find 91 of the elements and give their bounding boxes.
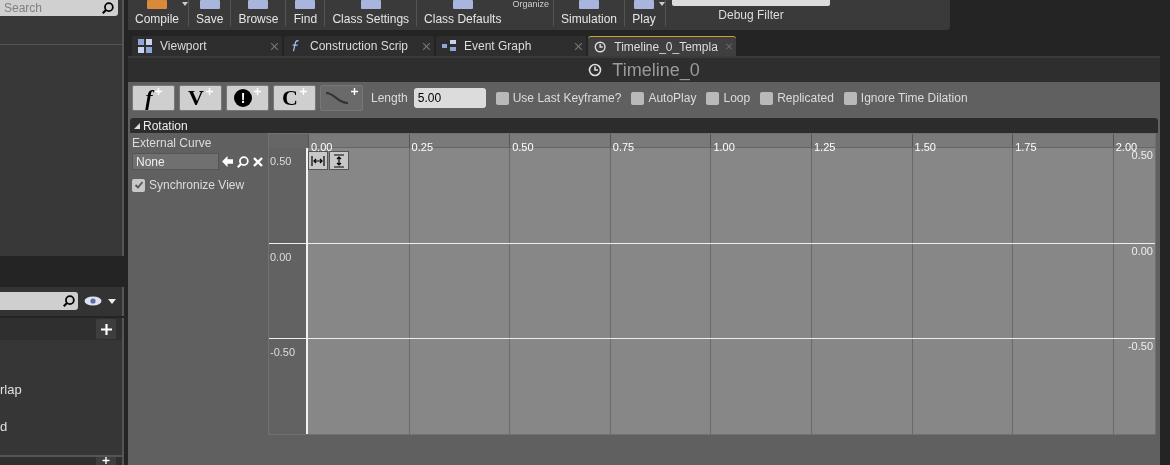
- checkbox[interactable]: [843, 91, 857, 105]
- close-icon[interactable]: [423, 42, 430, 50]
- value-tick-label: -0.50: [269, 346, 296, 359]
- checkbox[interactable]: [760, 91, 774, 105]
- caret-icon[interactable]: [108, 298, 116, 304]
- search-icon: [101, 1, 115, 15]
- checkbox[interactable]: [631, 91, 645, 105]
- checkbox[interactable]: [132, 178, 145, 192]
- add-button[interactable]: [96, 457, 116, 465]
- toolbar-button[interactable]: Save: [189, 0, 231, 28]
- checkbox-label: Synchronize View: [149, 177, 245, 194]
- search-icon: [236, 154, 250, 169]
- editor-tab[interactable]: Viewport: [132, 36, 282, 56]
- add-item-button[interactable]: f: [132, 85, 175, 111]
- clock-icon: [588, 63, 603, 77]
- plus-icon: [154, 88, 162, 95]
- checkbox-label: Replicated: [777, 90, 834, 107]
- time-tick-label: 1.75: [1015, 141, 1037, 153]
- time-tick-label: 1.25: [813, 141, 836, 153]
- caret-icon[interactable]: [182, 2, 188, 6]
- editor-tab[interactable]: Event Graph: [436, 36, 586, 56]
- clock-icon: [594, 39, 607, 54]
- length-label: Length: [371, 90, 408, 107]
- plus-icon: [351, 88, 358, 95]
- eye-icon[interactable]: [84, 296, 102, 307]
- time-tick-label: 1.00: [713, 141, 735, 153]
- value-tick-label: -0.50: [1127, 339, 1154, 355]
- collapse-arrow-icon[interactable]: [134, 122, 140, 129]
- track-name: Rotation: [143, 118, 188, 133]
- curve-field[interactable]: None: [132, 153, 219, 170]
- caret-icon[interactable]: [659, 2, 666, 6]
- arrow-left-icon[interactable]: [222, 156, 233, 167]
- timeline-title: Timeline_0: [612, 60, 700, 80]
- plus-icon: [299, 88, 307, 95]
- time-tick-label: 0.25: [411, 141, 433, 153]
- toolbar-icon: [632, 0, 657, 10]
- close-icon[interactable]: [271, 42, 278, 50]
- toolbar-icon: [197, 0, 222, 10]
- list-item[interactable]: rlap: [0, 382, 122, 397]
- list-item[interactable]: d: [0, 419, 122, 434]
- value-tick-label: 0.00: [269, 250, 292, 263]
- toolbar-button[interactable]: Class Settings: [325, 0, 417, 28]
- time-tick-label: 0.75: [612, 141, 635, 153]
- add-item-button[interactable]: C: [273, 85, 316, 111]
- toolbar-button[interactable]: Browse: [231, 0, 286, 28]
- toolbar-icon: [577, 0, 601, 10]
- time-tick-label: 0.00: [311, 141, 333, 153]
- editor-tab[interactable]: Construction Scrip: [284, 36, 434, 56]
- checkbox-label: Ignore Time Dilation: [860, 90, 968, 107]
- checkbox[interactable]: [706, 91, 720, 105]
- function-icon: [290, 39, 302, 53]
- value-tick-label: 0.50: [269, 155, 292, 167]
- toolbar-icon: [145, 0, 169, 10]
- add-item-button[interactable]: !: [226, 85, 269, 111]
- organize-menu[interactable]: Organize: [512, 0, 549, 9]
- time-tick-label: 1.50: [914, 141, 936, 153]
- toolbar-icon: [293, 0, 318, 10]
- toolbar-icon: [246, 0, 271, 10]
- toolbar-icon: [358, 0, 383, 10]
- toolbar-button[interactable]: Find: [286, 0, 325, 28]
- graph-icon: [442, 40, 456, 52]
- editor-tab[interactable]: Timeline_0_Templa: [588, 36, 736, 56]
- value-tick-label: 0.00: [1131, 243, 1154, 259]
- checkbox-label: AutoPlay: [648, 90, 697, 107]
- plus-icon: [205, 88, 213, 95]
- checkbox[interactable]: [495, 91, 509, 105]
- search-icon: [62, 294, 76, 309]
- checkbox-label: Use Last Keyframe?: [512, 90, 622, 107]
- checkbox-label: Loop: [723, 90, 751, 107]
- fit-vertical-button[interactable]: [329, 151, 349, 170]
- vertical-arrows-icon: [334, 153, 344, 168]
- curve-icon: [325, 91, 349, 105]
- plus-icon: [102, 457, 110, 464]
- length-field[interactable]: 5.00: [413, 88, 486, 108]
- close-icon[interactable]: [575, 42, 582, 50]
- fit-horizontal-button[interactable]: [308, 151, 328, 170]
- add-button[interactable]: [96, 319, 116, 339]
- horizontal-arrows-icon: [311, 155, 325, 166]
- plus-icon: [254, 88, 261, 95]
- add-item-button[interactable]: V: [179, 85, 222, 111]
- toolbar-button[interactable]: Compile: [128, 0, 186, 28]
- time-tick-label: 0.50: [512, 141, 534, 153]
- filter-field[interactable]: [0, 292, 78, 311]
- toolbar-icon: [450, 0, 475, 10]
- grid-icon: [138, 39, 152, 53]
- external-curve-label: External Curve: [132, 136, 213, 150]
- toolbar-button[interactable]: Class Defaults: [417, 0, 509, 28]
- plus-icon: [100, 323, 112, 335]
- toolbar-button[interactable]: Simulation: [554, 0, 625, 28]
- debug-filter-label: Debug Filter: [718, 8, 784, 22]
- toolbar-button[interactable]: Play: [625, 0, 664, 28]
